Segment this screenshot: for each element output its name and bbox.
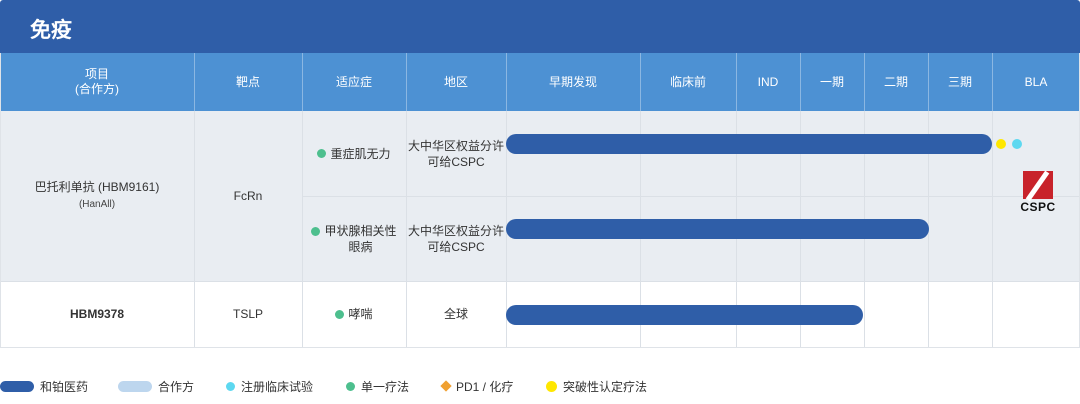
region-line: 大中华区权益分许 [407, 138, 504, 153]
indication-cell: 重症肌无力 [302, 111, 406, 196]
region-cell: 大中华区权益分许 可给CSPC [406, 111, 506, 196]
region-line: 大中华区权益分许 [407, 223, 504, 238]
monotherapy-dot-icon [317, 149, 327, 158]
project-name: HBM9378 [69, 307, 125, 321]
cspc-logo: CSPC [1014, 171, 1062, 217]
legend-item: 合作方 [118, 376, 194, 396]
legend-label: 合作方 [158, 379, 195, 394]
region-cell: 大中华区权益分许 可给CSPC [406, 196, 506, 281]
region-line: 全球 [443, 307, 468, 321]
cspc-logo-mark-icon [1023, 171, 1053, 199]
breakthrough-dot-icon [996, 139, 1006, 149]
monotherapy-dot-icon [311, 226, 321, 236]
target-cell: TSLP [194, 281, 302, 347]
target-name: TSLP [232, 307, 263, 321]
indication-cell: 哮喘 [302, 281, 406, 347]
progress-bar [506, 134, 992, 154]
region-line: 可给CSPC [427, 154, 485, 169]
target-cell: FcRn [194, 111, 302, 281]
indication-cell: 甲状腺相关性 眼病 [302, 196, 406, 281]
legend-label: PD1 / 化疗 [456, 379, 514, 394]
legend-item: 注册临床试验 [226, 376, 313, 396]
indication-name: 哮喘 [348, 307, 373, 321]
progress-bar [506, 305, 863, 325]
cspc-logo-text: CSPC [1020, 200, 1056, 214]
project-name: 巴托利单抗 (HBM9161) [34, 180, 160, 194]
indication-name: 甲状腺相关性 [324, 223, 397, 238]
table-row: 巴托利单抗 (HBM9161) (HanAll) [0, 111, 194, 281]
table-row: HBM9378 [0, 281, 194, 347]
progress-bar [506, 219, 929, 239]
indication-name: 重症肌无力 [330, 146, 391, 161]
monotherapy-dot-icon [335, 309, 345, 319]
legend-label: 注册临床试验 [241, 379, 314, 394]
legend-label: 单一疗法 [361, 379, 410, 394]
yellow-dot-icon [546, 380, 557, 392]
legend-label: 突破性认定疗法 [563, 379, 648, 394]
registrational-trial-dot-icon [1012, 139, 1022, 149]
project-partner: (HanAll) [78, 199, 116, 210]
cyan-dot-icon [226, 381, 235, 391]
legend-item: 单一疗法 [346, 376, 409, 396]
legend-item: PD1 / 化疗 [440, 376, 514, 396]
green-dot-icon [346, 381, 355, 391]
indication-name: 眼病 [348, 239, 373, 254]
light-bar-icon [118, 380, 152, 392]
orange-diamond-icon [440, 380, 452, 392]
region-line: 可给CSPC [427, 239, 485, 254]
legend-item: 和铂医药 [0, 376, 88, 396]
legend-item: 突破性认定疗法 [546, 376, 647, 396]
pipeline-table: 项目 (合作方) 靶点 适应症 地区 早期发现 临床前 IND 一期 二期 三期… [0, 53, 1080, 348]
section-header: 免疫 [0, 0, 1080, 53]
dark-bar-icon [0, 380, 34, 392]
section-title: 免疫 [30, 19, 72, 42]
target-name: FcRn [233, 189, 263, 203]
legend: 和铂医药 合作方 注册临床试验 单一疗法 PD1 / 化疗 突破性认定疗法 [0, 376, 1080, 396]
legend-label: 和铂医药 [40, 379, 89, 394]
region-cell: 全球 [406, 281, 506, 347]
